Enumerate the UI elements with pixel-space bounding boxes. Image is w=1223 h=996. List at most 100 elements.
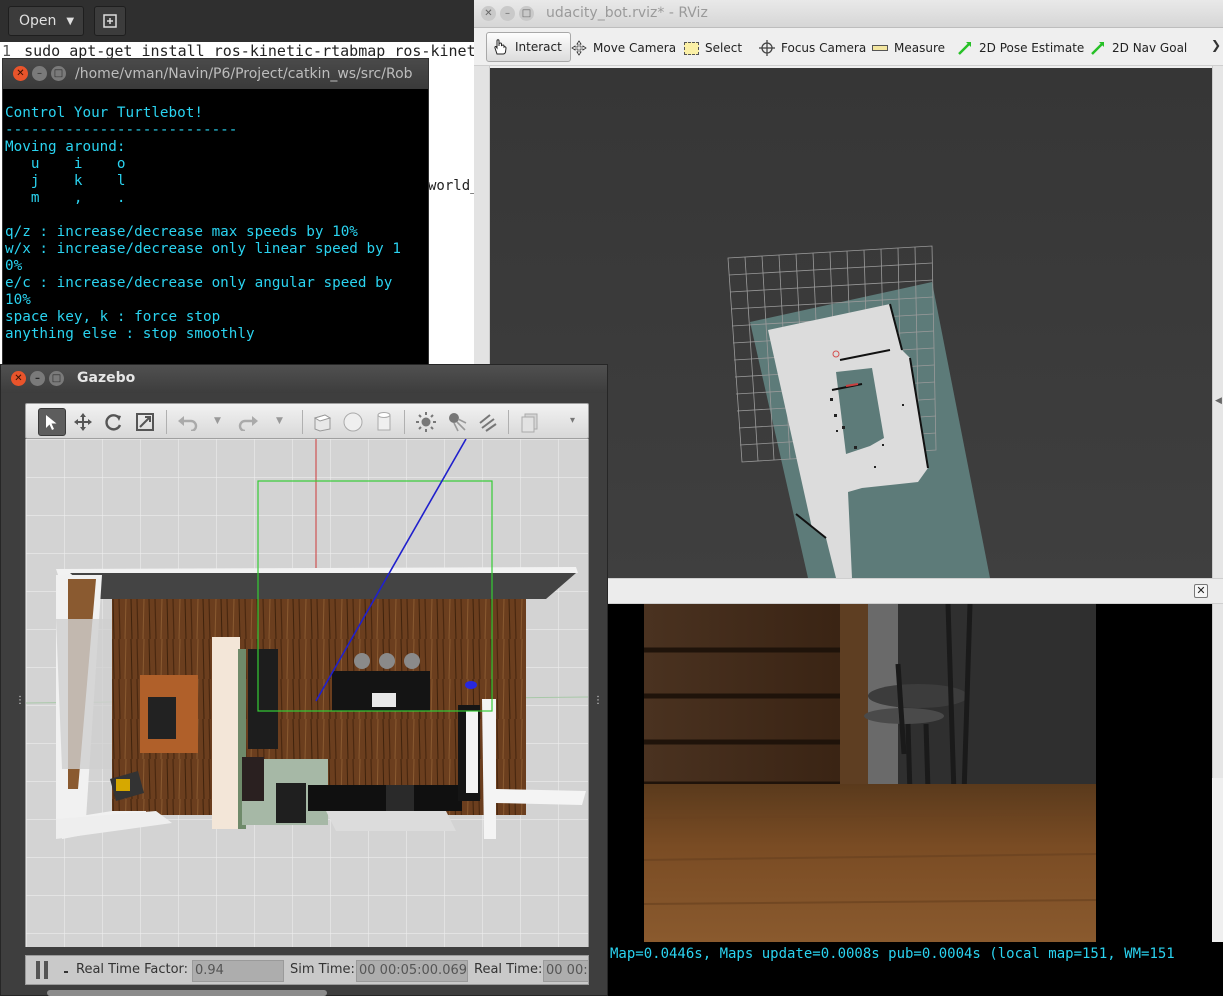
gazebo-3d-scene[interactable] xyxy=(25,439,589,947)
close-icon[interactable]: ✕ xyxy=(481,6,496,21)
gazebo-titlebar: ✕ – □ Gazebo xyxy=(1,365,607,393)
copy-icon xyxy=(521,413,538,433)
pause-icon[interactable] xyxy=(44,961,48,979)
interact-tool[interactable]: Interact xyxy=(486,32,571,62)
undo-button[interactable] xyxy=(174,408,202,436)
nav-goal-tool[interactable]: 2D Nav Goal xyxy=(1090,36,1187,60)
horizontal-scrollbar[interactable] xyxy=(47,990,327,996)
tool-label: Focus Camera xyxy=(781,41,867,55)
move-camera-tool[interactable]: Move Camera xyxy=(571,36,676,60)
chevron-down-icon: ▼ xyxy=(66,15,75,27)
sphere-shape-button[interactable] xyxy=(339,408,367,436)
toolbar-separator xyxy=(508,410,509,434)
window-title: udacity_bot.rviz* - RViz xyxy=(546,5,708,21)
close-icon[interactable]: ✕ xyxy=(13,66,28,81)
box-icon xyxy=(313,414,332,432)
directional-light-icon xyxy=(479,414,497,432)
directional-light-button[interactable] xyxy=(474,408,502,436)
rviz-titlebar: ✕ – □ udacity_bot.rviz* - RViz xyxy=(474,0,1223,28)
left-panel-handle[interactable]: ⋮ xyxy=(15,695,25,706)
redo-icon xyxy=(238,416,258,431)
real-time-label: Real Time: xyxy=(474,962,543,977)
scale-icon xyxy=(136,413,154,431)
measure-tool[interactable]: Measure xyxy=(872,36,945,60)
terminal-output[interactable]: Control Your Turtlebot! ----------------… xyxy=(5,105,425,343)
copy-button[interactable] xyxy=(516,408,544,436)
cylinder-shape-button[interactable] xyxy=(370,408,398,436)
chevron-down-icon[interactable]: ▼ xyxy=(276,416,283,426)
sim-time-value: 00 00:05:00.069 xyxy=(356,960,468,982)
tool-label: 2D Nav Goal xyxy=(1112,41,1188,55)
real-time-factor-value: 0.94 xyxy=(192,960,284,982)
ruler-icon xyxy=(872,45,888,51)
scale-mode-button[interactable] xyxy=(131,408,159,436)
editor-toolbar: Open ▼ xyxy=(0,0,480,42)
tool-label: Select xyxy=(705,41,743,55)
spot-light-button[interactable] xyxy=(443,408,471,436)
translate-mode-button[interactable] xyxy=(69,408,97,436)
pause-icon[interactable] xyxy=(36,961,40,979)
toolbar-overflow-icon[interactable]: ▾ xyxy=(570,415,575,426)
gazebo-statusbar: Real Time Factor: 0.94 Sim Time: 00 00:0… xyxy=(25,955,589,985)
pose-estimate-tool[interactable]: 2D Pose Estimate xyxy=(957,36,1084,60)
minimize-icon[interactable]: – xyxy=(500,6,515,21)
select-mode-button[interactable] xyxy=(38,408,66,436)
gazebo-toolbar: ▼ ▼ ▾ xyxy=(25,403,589,439)
focus-camera-tool[interactable]: Focus Camera xyxy=(759,36,866,60)
minimize-icon[interactable]: – xyxy=(30,371,45,386)
real-time-factor-label: Real Time Factor: xyxy=(76,962,189,977)
open-button[interactable]: Open ▼ xyxy=(8,6,84,36)
rotate-icon xyxy=(105,414,122,431)
cylinder-icon xyxy=(377,412,391,431)
maximize-icon[interactable]: □ xyxy=(51,66,66,81)
real-time-value: 00 00: xyxy=(543,960,588,982)
close-icon[interactable]: ✕ xyxy=(11,371,26,386)
toolbar-separator xyxy=(302,410,303,434)
tool-label: Measure xyxy=(894,41,945,55)
close-icon[interactable]: ✕ xyxy=(1194,584,1208,598)
scene-render xyxy=(26,439,588,947)
step-icon[interactable] xyxy=(64,971,68,973)
sim-time-label: Sim Time: xyxy=(290,962,355,977)
terminal-title: /home/vman/Navin/P6/Project/catkin_ws/sr… xyxy=(75,66,413,82)
new-document-button[interactable] xyxy=(94,6,126,36)
rotate-mode-button[interactable] xyxy=(100,408,128,436)
status-bar: Map=0.0446s, Maps update=0.0008s pub=0.0… xyxy=(608,942,1223,996)
expand-left-icon[interactable]: ◀ xyxy=(1215,396,1222,406)
sun-icon xyxy=(416,412,436,432)
move-camera-icon xyxy=(571,40,587,56)
toolbar-separator xyxy=(404,410,405,434)
window-title: Gazebo xyxy=(77,370,136,386)
camera-image xyxy=(608,604,1212,942)
sphere-icon xyxy=(343,412,363,432)
editor-partial-text: world_ xyxy=(428,178,479,194)
arrow-cursor-icon xyxy=(46,415,57,430)
open-button-label: Open xyxy=(19,13,57,29)
right-panel-handle[interactable]: ⋮ xyxy=(593,695,603,706)
toolbar-overflow-icon[interactable]: ❯ xyxy=(1211,38,1221,52)
chevron-down-icon[interactable]: ▼ xyxy=(214,416,221,426)
terminal-window: ✕ – □ /home/vman/Navin/P6/Project/catkin… xyxy=(2,58,429,368)
status-text: Map=0.0446s, Maps update=0.0008s pub=0.0… xyxy=(610,946,1175,962)
maximize-icon[interactable]: □ xyxy=(519,6,534,21)
green-arrow-icon xyxy=(958,42,971,55)
maximize-icon[interactable]: □ xyxy=(49,371,64,386)
right-panel-collapsed[interactable]: ◀ xyxy=(1212,66,1223,778)
minimize-icon[interactable]: – xyxy=(32,66,47,81)
new-document-icon xyxy=(103,14,117,28)
point-light-button[interactable] xyxy=(412,408,440,436)
tool-label: 2D Pose Estimate xyxy=(979,41,1085,55)
rviz-toolbar: Interact Move Camera Select Focus Camera… xyxy=(474,28,1223,66)
redo-button[interactable] xyxy=(234,408,262,436)
panel-splitter[interactable] xyxy=(608,578,1223,604)
select-tool[interactable]: Select xyxy=(684,36,742,60)
terminal-titlebar: ✕ – □ /home/vman/Navin/P6/Project/catkin… xyxy=(3,59,428,89)
hand-icon xyxy=(494,39,507,55)
box-shape-button[interactable] xyxy=(308,408,336,436)
tool-label: Move Camera xyxy=(593,41,677,55)
camera-view xyxy=(608,604,1212,942)
toolbar-separator xyxy=(166,410,167,434)
select-icon xyxy=(684,41,699,55)
gazebo-window: ✕ – □ Gazebo ▼ ▼ ▾ ⋮ ⋮ Real Time Factor:… xyxy=(0,364,608,996)
move-arrows-icon xyxy=(74,413,92,431)
